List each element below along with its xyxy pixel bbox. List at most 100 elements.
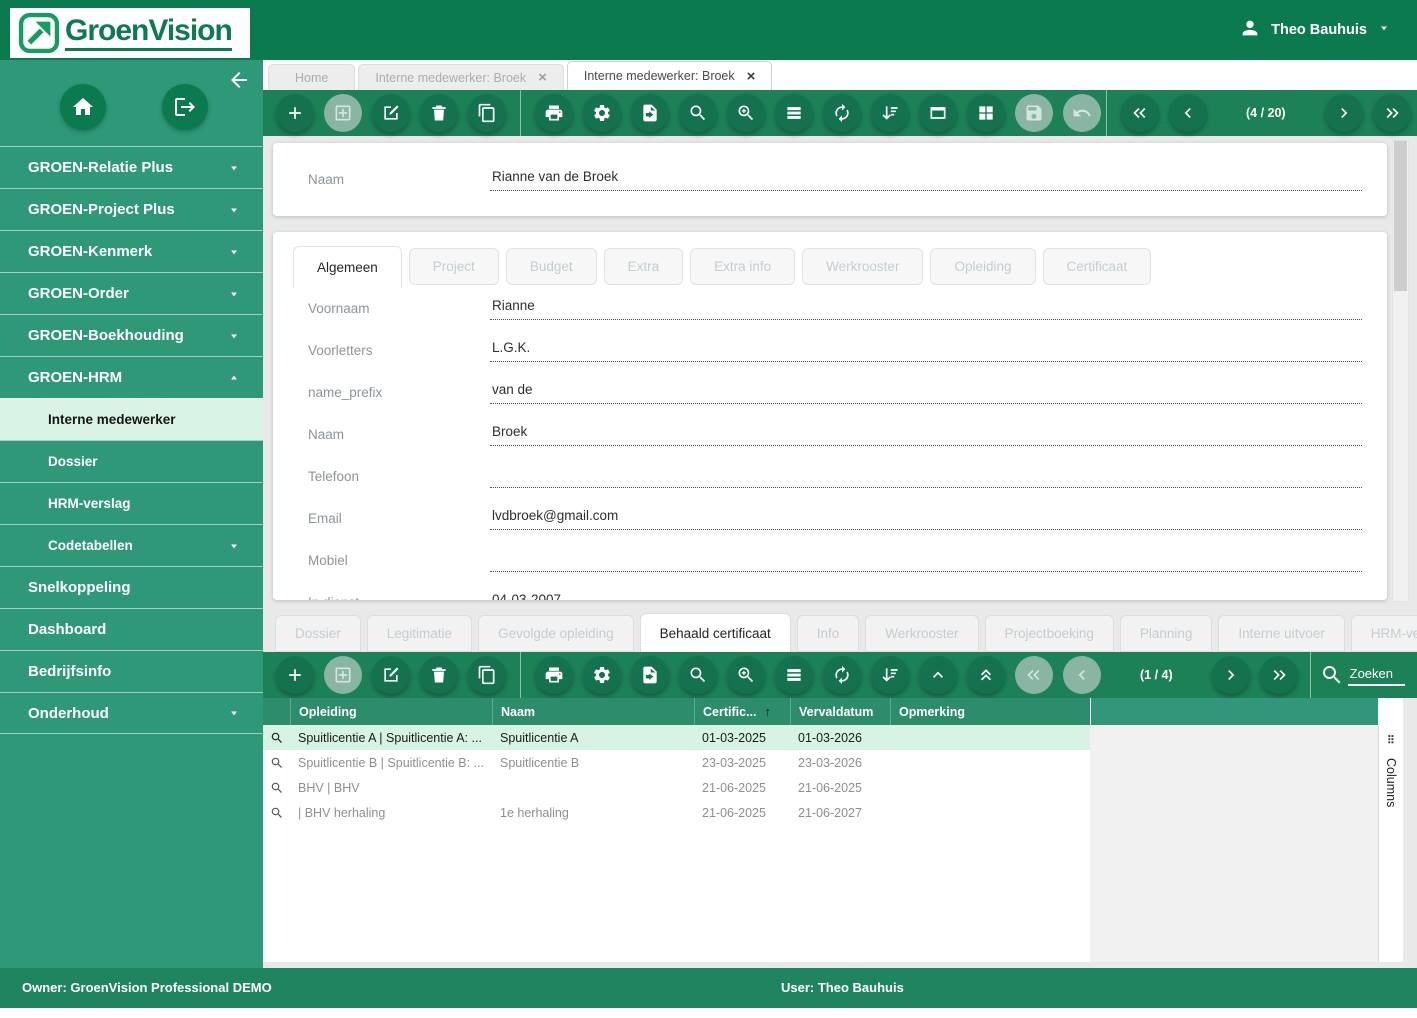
field-value[interactable]: van de xyxy=(490,382,1362,404)
delete-button[interactable] xyxy=(420,94,458,132)
sidebar-item-dossier[interactable]: Dossier xyxy=(0,440,263,482)
tab-algemeen[interactable]: Algemeen xyxy=(293,246,402,288)
collapse-sidebar-button[interactable] xyxy=(227,68,251,92)
last-row-button[interactable] xyxy=(1259,656,1298,694)
sidebar-item-snelkoppeling[interactable]: Snelkoppeling xyxy=(0,566,263,608)
window-tab-home[interactable]: Home xyxy=(268,64,356,90)
scrollbar-thumb[interactable] xyxy=(1394,141,1407,291)
zoom-button[interactable] xyxy=(727,94,765,132)
settings-button[interactable] xyxy=(583,94,621,132)
add-row-button[interactable] xyxy=(276,656,314,694)
sidebar-item-groen-relatie-plus[interactable]: GROEN-Relatie Plus xyxy=(0,146,263,188)
row-detail-button[interactable] xyxy=(263,731,290,745)
next-row-button[interactable] xyxy=(1211,656,1250,694)
table-row[interactable]: Spuitlicentie B | Spuitlicentie B: ... Sp… xyxy=(263,750,1090,775)
move-up-button[interactable] xyxy=(919,656,957,694)
field-value[interactable] xyxy=(490,466,1362,488)
tab-legitimatie[interactable]: Legitimatie xyxy=(366,615,473,652)
sidebar-item-groen-project-plus[interactable]: GROEN-Project Plus xyxy=(0,188,263,230)
previous-record-button[interactable] xyxy=(1169,94,1207,132)
copy-row-button[interactable] xyxy=(468,656,506,694)
column-header-opleiding[interactable]: Opleiding xyxy=(290,698,492,725)
window-tab-interne-medewerker-broek[interactable]: Interne medewerker: Broek × xyxy=(566,61,773,90)
column-header-vervaldatum[interactable]: Vervaldatum xyxy=(790,698,890,725)
add-button[interactable] xyxy=(276,94,314,132)
column-header-magnifier[interactable] xyxy=(263,698,290,725)
zoom-table-button[interactable] xyxy=(727,656,765,694)
next-record-button[interactable] xyxy=(1324,94,1363,132)
first-record-button[interactable] xyxy=(1121,94,1159,132)
column-header-opmerking[interactable]: Opmerking xyxy=(890,698,1090,725)
home-button[interactable] xyxy=(60,84,106,130)
tab-budget[interactable]: Budget xyxy=(505,248,597,285)
window-tab-interne-medewerker-broek[interactable]: Interne medewerker: Broek × xyxy=(358,64,564,90)
close-icon[interactable]: × xyxy=(747,69,756,84)
tab-planning[interactable]: Planning xyxy=(1119,615,1213,652)
move-to-top-button[interactable] xyxy=(967,656,1005,694)
edit-row-button[interactable] xyxy=(372,656,410,694)
sidebar-item-bedrijfsinfo[interactable]: Bedrijfsinfo xyxy=(0,650,263,692)
sidebar-item-groen-boekhouding[interactable]: GROEN-Boekhouding xyxy=(0,314,263,356)
sort-table-button[interactable] xyxy=(871,656,909,694)
tab-werkrooster[interactable]: Werkrooster xyxy=(865,615,979,652)
tab-project[interactable]: Project xyxy=(408,248,499,285)
table-row[interactable]: Spuitlicentie A | Spuitlicentie A: ... Sp… xyxy=(263,725,1090,750)
sidebar-item-codetabellen[interactable]: Codetabellen xyxy=(0,524,263,566)
field-value[interactable]: Rianne xyxy=(490,298,1362,320)
list-view-button[interactable] xyxy=(775,94,813,132)
tab-hrm-verslag[interactable]: HRM-verslag xyxy=(1350,615,1417,652)
table-search-button[interactable]: Zoeken xyxy=(1320,663,1405,687)
tab-info[interactable]: Info xyxy=(796,615,860,652)
sidebar-item-hrm-verslag[interactable]: HRM-verslag xyxy=(0,482,263,524)
search-table-button[interactable] xyxy=(679,656,717,694)
tab-extra-info[interactable]: Extra info xyxy=(690,248,796,285)
row-detail-button[interactable] xyxy=(263,806,290,820)
tab-certificaat[interactable]: Certificaat xyxy=(1042,248,1152,285)
edit-button[interactable] xyxy=(372,94,410,132)
print-table-button[interactable] xyxy=(535,656,573,694)
tab-interne-uitvoer[interactable]: Interne uitvoer xyxy=(1218,615,1345,652)
export-table-button[interactable] xyxy=(631,656,669,694)
field-value[interactable]: L.G.K. xyxy=(490,340,1362,362)
sidebar-item-onderhoud[interactable]: Onderhoud xyxy=(0,692,263,734)
column-header-certific[interactable]: Certific... ↑ xyxy=(694,698,790,725)
field-value[interactable]: Broek xyxy=(490,424,1362,446)
sidebar-item-groen-hrm[interactable]: GROEN-HRM xyxy=(0,356,263,398)
close-icon[interactable]: × xyxy=(538,70,547,85)
tab-werkrooster[interactable]: Werkrooster xyxy=(802,248,924,285)
column-header-naam[interactable]: Naam xyxy=(492,698,694,725)
sidebar-item-dashboard[interactable]: Dashboard xyxy=(0,608,263,650)
tab-opleiding[interactable]: Opleiding xyxy=(930,248,1036,285)
copy-button[interactable] xyxy=(468,94,506,132)
user-menu-button[interactable]: Theo Bauhuis xyxy=(1239,17,1391,44)
tab-projectboeking[interactable]: Projectboeking xyxy=(984,615,1114,652)
sidebar-item-groen-kenmerk[interactable]: GROEN-Kenmerk xyxy=(0,230,263,272)
field-value[interactable]: Rianne van de Broek xyxy=(490,169,1362,191)
logout-button[interactable] xyxy=(162,84,208,130)
print-button[interactable] xyxy=(535,94,573,132)
row-detail-button[interactable] xyxy=(263,756,290,770)
field-value[interactable]: lvdbroek@gmail.com xyxy=(490,508,1362,530)
export-button[interactable] xyxy=(631,94,669,132)
grid-view-button[interactable] xyxy=(967,94,1005,132)
row-detail-button[interactable] xyxy=(263,781,290,795)
window-view-button[interactable] xyxy=(919,94,957,132)
search-button[interactable] xyxy=(679,94,717,132)
vertical-scrollbar[interactable] xyxy=(1392,140,1409,602)
tab-extra[interactable]: Extra xyxy=(603,248,684,285)
table-row[interactable]: BHV | BHV 21-06-2025 21-06-2025 xyxy=(263,775,1090,800)
sort-button[interactable] xyxy=(871,94,909,132)
sidebar-item-interne-medewerker[interactable]: Interne medewerker xyxy=(0,398,263,440)
field-value[interactable]: 04-03-2007 xyxy=(490,592,662,600)
tab-gevolgde-opleiding[interactable]: Gevolgde opleiding xyxy=(478,615,634,652)
tab-behaald-certificaat[interactable]: Behaald certificaat xyxy=(639,613,791,652)
sidebar-item-groen-order[interactable]: GROEN-Order xyxy=(0,272,263,314)
table-settings-button[interactable] xyxy=(583,656,621,694)
last-record-button[interactable] xyxy=(1372,94,1411,132)
table-list-view-button[interactable] xyxy=(775,656,813,694)
columns-panel-tab[interactable]: Columns xyxy=(1378,726,1403,962)
refresh-button[interactable] xyxy=(823,94,861,132)
field-value[interactable] xyxy=(490,550,1362,572)
table-row[interactable]: | BHV herhaling 1e herhaling 21-06-2025 21-… xyxy=(263,800,1090,825)
tab-dossier[interactable]: Dossier xyxy=(275,615,361,652)
